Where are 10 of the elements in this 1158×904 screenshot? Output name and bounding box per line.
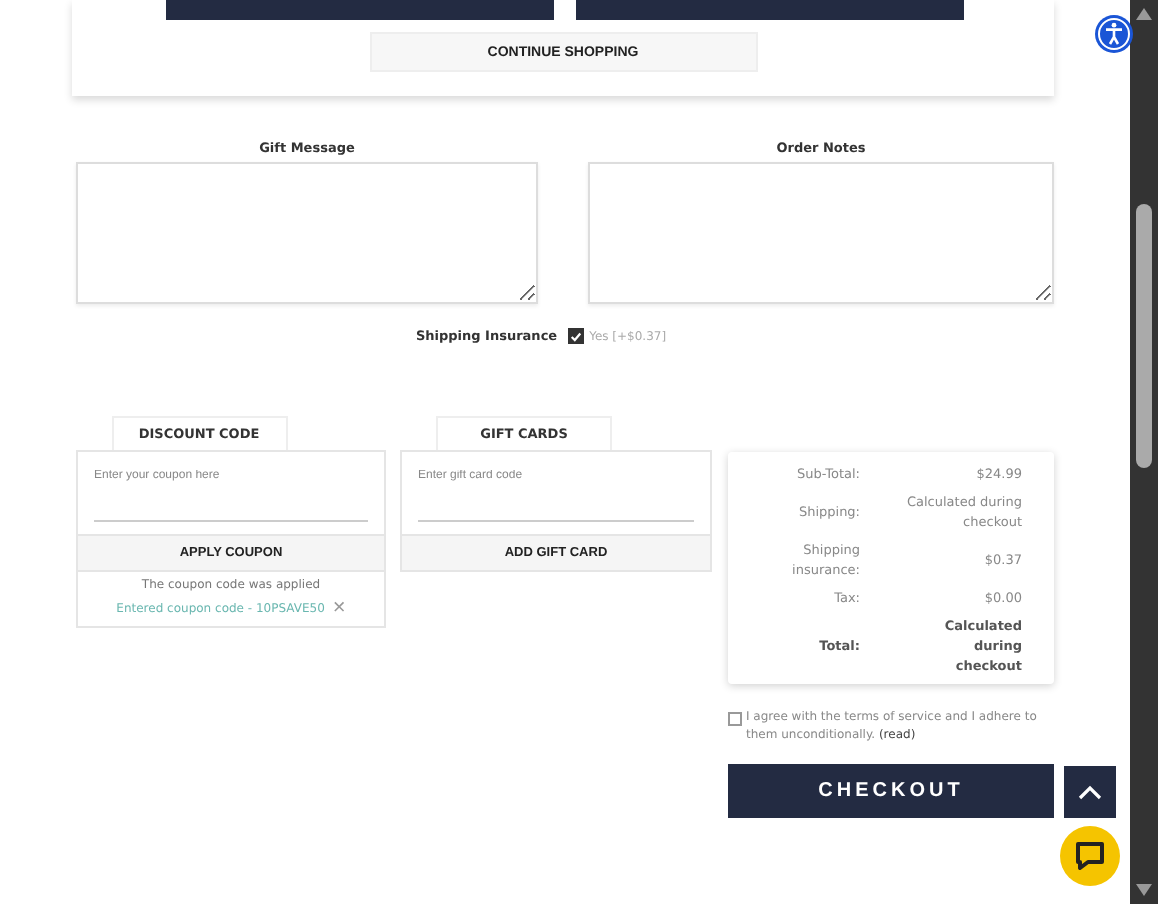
chat-icon[interactable] <box>1060 826 1120 886</box>
gift-message-field[interactable] <box>76 162 538 304</box>
chevron-up-icon <box>1078 784 1102 800</box>
insurance-checkbox[interactable] <box>567 328 584 344</box>
checkout-button[interactable]: CHECKOUT <box>728 764 1054 818</box>
scroll-top-button[interactable] <box>1064 766 1116 818</box>
terms-checkbox[interactable] <box>728 712 742 726</box>
scrollbar[interactable] <box>1130 0 1158 904</box>
accessibility-icon[interactable] <box>1094 14 1134 54</box>
order-notes-field[interactable] <box>588 162 1054 304</box>
